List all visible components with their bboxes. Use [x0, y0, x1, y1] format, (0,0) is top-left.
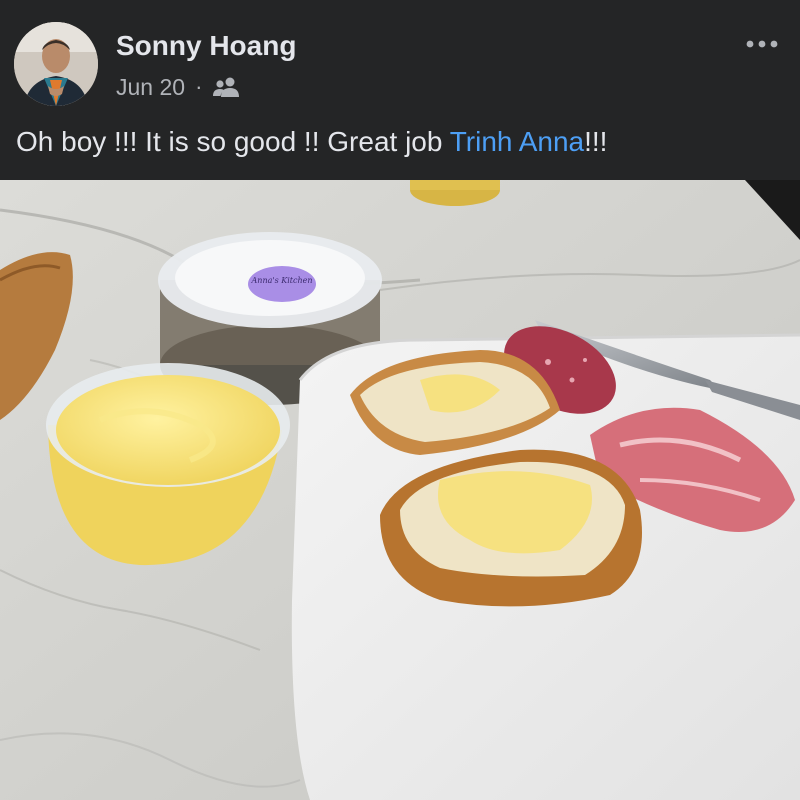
food-photo: Anna's Kitchen — [0, 180, 800, 800]
author-name[interactable]: Sonny Hoang — [116, 30, 296, 62]
post-header: Sonny Hoang Jun 20 · Oh boy !!! It is so… — [0, 0, 800, 180]
author-avatar[interactable] — [14, 22, 98, 106]
meta-separator: · — [195, 74, 203, 99]
post-date[interactable]: Jun 20 — [116, 74, 185, 101]
post-photo[interactable]: Anna's Kitchen — [0, 180, 800, 800]
avatar-photo — [14, 22, 98, 106]
post-meta: Jun 20 · — [116, 72, 240, 102]
mention-link[interactable]: Trinh Anna — [450, 126, 584, 157]
friends-icon[interactable] — [212, 76, 240, 98]
post-text: Oh boy !!! It is so good !! Great job Tr… — [16, 126, 607, 158]
post-text-end: !!! — [584, 126, 608, 157]
post-text-start: Oh boy !!! It is so good !! Great job — [16, 126, 450, 157]
more-options-button[interactable] — [742, 28, 782, 60]
garlic-butter — [56, 375, 280, 485]
svg-text:Anna's Kitchen: Anna's Kitchen — [251, 276, 313, 285]
more-options-icon — [746, 40, 778, 48]
